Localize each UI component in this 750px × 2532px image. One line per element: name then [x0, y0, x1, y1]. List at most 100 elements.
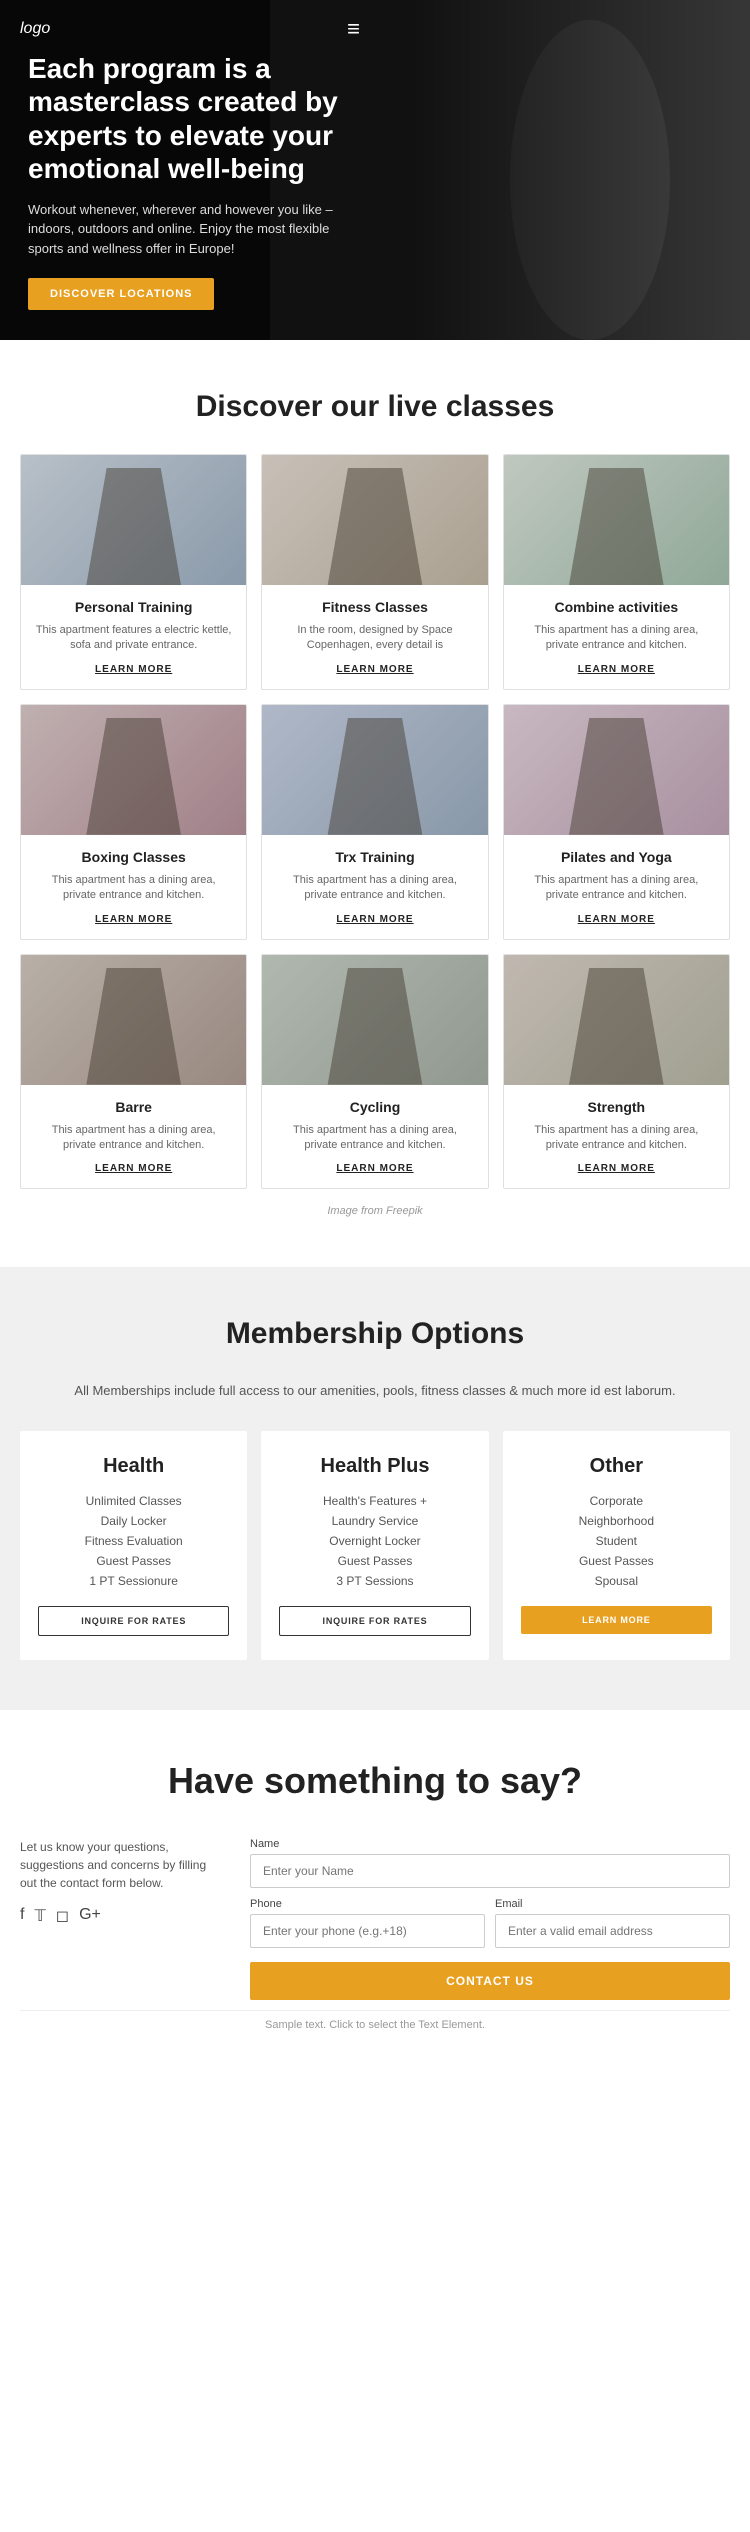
card-description: In the room, designed by Space Copenhage…	[276, 623, 473, 654]
card-body: Boxing Classes This apartment has a dini…	[21, 835, 246, 939]
membership-plan: Health Unlimited ClassesDaily LockerFitn…	[20, 1431, 247, 1660]
card-title: Trx Training	[276, 849, 473, 865]
menu-icon[interactable]: ≡	[347, 16, 360, 42]
membership-title: Membership Options	[20, 1317, 730, 1351]
membership-feature: Overnight Locker	[279, 1534, 470, 1548]
card-body: Strength This apartment has a dining are…	[504, 1085, 729, 1189]
card-image	[504, 705, 729, 835]
membership-plan-button[interactable]: INQUIRE FOR RATES	[38, 1606, 229, 1636]
membership-plan: Other CorporateNeighborhoodStudentGuest …	[503, 1431, 730, 1660]
membership-feature: Guest Passes	[38, 1554, 229, 1568]
contact-us-button[interactable]: CONTACT US	[250, 1962, 730, 2000]
contact-section: Have something to say? Let us know your …	[0, 1710, 750, 2079]
phone-field-wrapper: Phone	[250, 1898, 485, 1948]
card-description: This apartment has a dining area, privat…	[518, 1123, 715, 1154]
card-image	[504, 955, 729, 1085]
card-learn-more-link[interactable]: LEARN MORE	[276, 1163, 473, 1174]
phone-input[interactable]	[250, 1914, 485, 1948]
freepik-note: Image from Freepik	[20, 1205, 730, 1217]
googleplus-icon[interactable]: G+	[79, 1906, 101, 1926]
membership-grid: Health Unlimited ClassesDaily LockerFitn…	[20, 1431, 730, 1660]
card-learn-more-link[interactable]: LEARN MORE	[276, 914, 473, 925]
class-card: Boxing Classes This apartment has a dini…	[20, 704, 247, 940]
card-image	[262, 955, 487, 1085]
email-input[interactable]	[495, 1914, 730, 1948]
card-body: Cycling This apartment has a dining area…	[262, 1085, 487, 1189]
membership-feature: Guest Passes	[521, 1554, 712, 1568]
class-card: Personal Training This apartment feature…	[20, 454, 247, 690]
card-learn-more-link[interactable]: LEARN MORE	[35, 1163, 232, 1174]
membership-feature: Fitness Evaluation	[38, 1534, 229, 1548]
membership-feature: 1 PT Sessionure	[38, 1574, 229, 1588]
card-body: Pilates and Yoga This apartment has a di…	[504, 835, 729, 939]
membership-plan-title: Health Plus	[279, 1455, 470, 1478]
card-body: Fitness Classes In the room, designed by…	[262, 585, 487, 689]
card-description: This apartment has a dining area, privat…	[35, 1123, 232, 1154]
card-learn-more-link[interactable]: LEARN MORE	[518, 1163, 715, 1174]
contact-layout: Let us know your questions, suggestions …	[20, 1838, 730, 2000]
instagram-icon[interactable]: ◻	[56, 1906, 69, 1926]
twitter-icon[interactable]: 𝕋	[34, 1906, 45, 1926]
card-learn-more-link[interactable]: LEARN MORE	[276, 664, 473, 675]
membership-feature: Spousal	[521, 1574, 712, 1588]
card-description: This apartment has a dining area, privat…	[276, 873, 473, 904]
social-icons: f 𝕋 ◻ G+	[20, 1906, 220, 1926]
email-field-wrapper: Email	[495, 1898, 730, 1948]
hero-description: Workout whenever, wherever and however y…	[28, 200, 352, 259]
membership-plan-button[interactable]: LEARN MORE	[521, 1606, 712, 1634]
membership-plan-title: Other	[521, 1455, 712, 1478]
card-body: Barre This apartment has a dining area, …	[21, 1085, 246, 1189]
membership-feature: Student	[521, 1534, 712, 1548]
contact-form: Name Phone Email CONTACT US	[250, 1838, 730, 2000]
name-label: Name	[250, 1838, 730, 1850]
name-input[interactable]	[250, 1854, 730, 1888]
card-image	[262, 455, 487, 585]
card-title: Pilates and Yoga	[518, 849, 715, 865]
class-card: Combine activities This apartment has a …	[503, 454, 730, 690]
membership-feature: Neighborhood	[521, 1514, 712, 1528]
card-image	[504, 455, 729, 585]
card-image	[21, 705, 246, 835]
membership-plan-button[interactable]: INQUIRE FOR RATES	[279, 1606, 470, 1636]
membership-plan: Health Plus Health's Features +Laundry S…	[261, 1431, 488, 1660]
logo: logo	[20, 20, 50, 38]
class-card: Barre This apartment has a dining area, …	[20, 954, 247, 1190]
membership-feature: 3 PT Sessions	[279, 1574, 470, 1588]
card-learn-more-link[interactable]: LEARN MORE	[518, 914, 715, 925]
class-card: Trx Training This apartment has a dining…	[261, 704, 488, 940]
membership-description: All Memberships include full access to o…	[20, 1381, 730, 1401]
phone-email-row: Phone Email	[250, 1898, 730, 1948]
card-learn-more-link[interactable]: LEARN MORE	[518, 664, 715, 675]
class-card: Fitness Classes In the room, designed by…	[261, 454, 488, 690]
card-title: Strength	[518, 1099, 715, 1115]
card-title: Barre	[35, 1099, 232, 1115]
facebook-icon[interactable]: f	[20, 1906, 24, 1926]
card-title: Boxing Classes	[35, 849, 232, 865]
contact-left: Let us know your questions, suggestions …	[20, 1838, 220, 2000]
card-image	[21, 955, 246, 1085]
card-description: This apartment has a dining area, privat…	[518, 623, 715, 654]
card-description: This apartment has a dining area, privat…	[35, 873, 232, 904]
membership-feature: Guest Passes	[279, 1554, 470, 1568]
membership-section: Membership Options All Memberships inclu…	[0, 1267, 750, 1710]
class-card: Pilates and Yoga This apartment has a di…	[503, 704, 730, 940]
card-image	[262, 705, 487, 835]
card-description: This apartment has a dining area, privat…	[276, 1123, 473, 1154]
card-description: This apartment features a electric kettl…	[35, 623, 232, 654]
classes-grid: Personal Training This apartment feature…	[20, 454, 730, 1189]
membership-feature: Health's Features +	[279, 1494, 470, 1508]
card-learn-more-link[interactable]: LEARN MORE	[35, 914, 232, 925]
card-title: Cycling	[276, 1099, 473, 1115]
class-card: Strength This apartment has a dining are…	[503, 954, 730, 1190]
email-label: Email	[495, 1898, 730, 1910]
card-body: Trx Training This apartment has a dining…	[262, 835, 487, 939]
hero-title: Each program is a masterclass created by…	[28, 52, 352, 186]
card-image	[21, 455, 246, 585]
membership-plan-title: Health	[38, 1455, 229, 1478]
phone-label: Phone	[250, 1898, 485, 1910]
card-title: Personal Training	[35, 599, 232, 615]
discover-locations-button[interactable]: DISCOVER LOCATIONS	[28, 278, 214, 310]
card-learn-more-link[interactable]: LEARN MORE	[35, 664, 232, 675]
hero-section: logo ≡ Each program is a masterclass cre…	[0, 0, 750, 340]
classes-section: Discover our live classes Personal Train…	[0, 340, 750, 1267]
